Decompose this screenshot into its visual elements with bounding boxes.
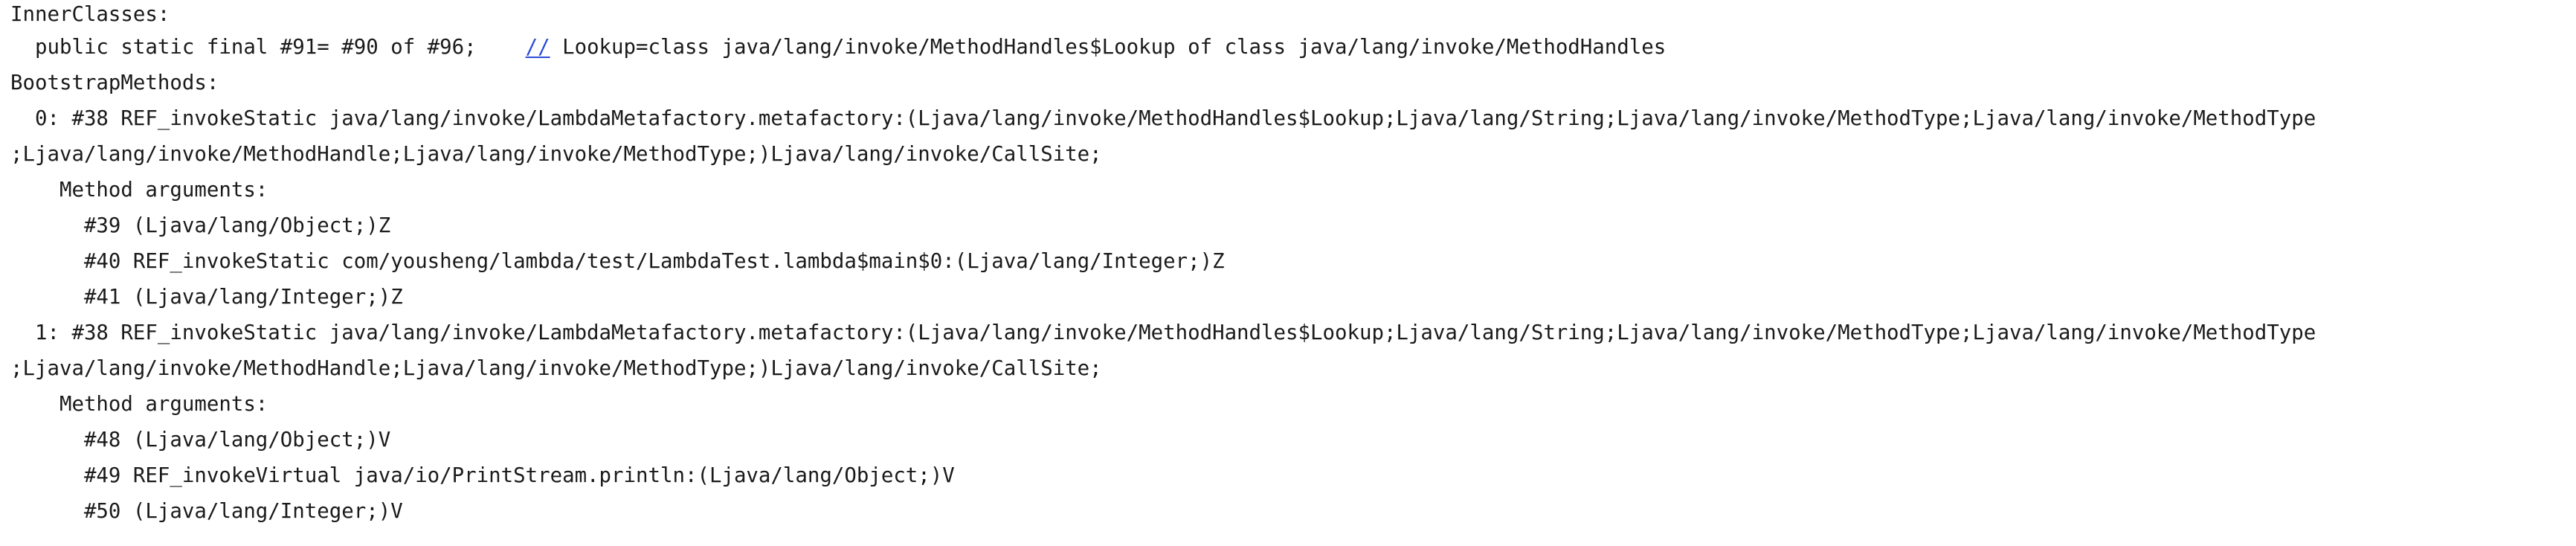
console-line: 0: #38 REF_invokeStatic java/lang/invoke… xyxy=(10,107,2316,130)
console-line: ;Ljava/lang/invoke/MethodHandle;Ljava/la… xyxy=(10,143,1102,166)
console-line: ;Ljava/lang/invoke/MethodHandle;Ljava/la… xyxy=(10,357,1102,380)
console-line: #48 (Ljava/lang/Object;)V xyxy=(10,428,391,452)
console-line-text: public static final #91= #90 of #96; xyxy=(10,36,526,59)
console-line: Method arguments: xyxy=(10,179,268,202)
console-line: #39 (Ljava/lang/Object;)Z xyxy=(10,214,391,237)
console-line: #40 REF_invokeStatic com/yousheng/lambda… xyxy=(10,250,1225,273)
console-line: BootstrapMethods: xyxy=(10,71,219,94)
source-link[interactable]: // xyxy=(526,36,550,59)
console-line: Method arguments: xyxy=(10,393,268,416)
console-line: InnerClasses: xyxy=(10,3,170,26)
console-line: #41 (Ljava/lang/Integer;)Z xyxy=(10,286,403,309)
console-output[interactable]: InnerClasses: public static final #91= #… xyxy=(0,0,2576,546)
console-line-text: Lookup=class java/lang/invoke/MethodHand… xyxy=(550,36,1667,59)
console-line: #50 (Ljava/lang/Integer;)V xyxy=(10,500,403,523)
console-line: 1: #38 REF_invokeStatic java/lang/invoke… xyxy=(10,321,2316,344)
console-line: public static final #91= #90 of #96; // … xyxy=(10,30,2576,65)
console-line: #49 REF_invokeVirtual java/io/PrintStrea… xyxy=(10,464,955,487)
